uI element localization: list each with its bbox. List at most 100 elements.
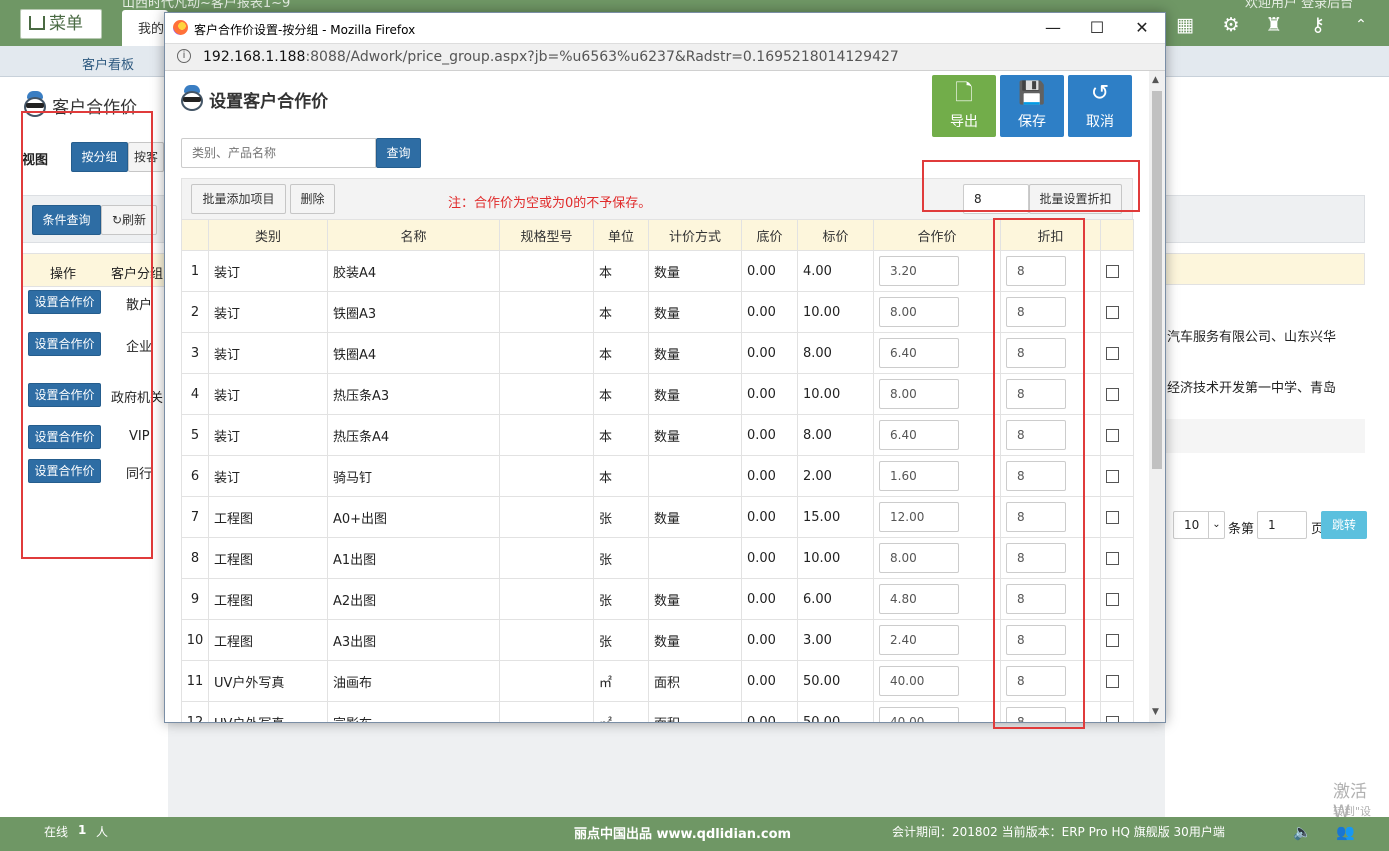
popup-scrollbar[interactable]: ▲ ▼ bbox=[1149, 71, 1165, 722]
cell-name: A3出图 bbox=[327, 619, 500, 661]
popup-window-title: 客户合作价设置-按分组 - Mozilla Firefox bbox=[194, 23, 416, 37]
cell-name: 骑马钉 bbox=[327, 455, 500, 497]
cell-unit: 本 bbox=[593, 250, 649, 292]
row-checkbox[interactable] bbox=[1106, 551, 1119, 565]
chevron-up-icon[interactable]: ⌃ bbox=[1350, 14, 1372, 36]
key-icon[interactable]: ⚷ bbox=[1307, 14, 1329, 36]
coop-price-input[interactable]: 2.40 bbox=[879, 625, 959, 655]
coop-price-input[interactable]: 40.00 bbox=[879, 666, 959, 696]
online-count: 1 bbox=[78, 823, 87, 837]
cell-base-price: 0.00 bbox=[741, 537, 798, 579]
address-bar[interactable]: i 192.168.1.188:8088/Adwork/price_group.… bbox=[165, 43, 1165, 71]
cell-category: 装订 bbox=[208, 455, 328, 497]
row-index: 2 bbox=[181, 291, 209, 333]
cell-unit: ㎡ bbox=[593, 660, 649, 702]
cell-pricing-method: 面积 bbox=[648, 701, 742, 722]
close-icon[interactable]: ✕ bbox=[1127, 17, 1157, 39]
page-size-select[interactable]: 10 ⌄ bbox=[1173, 511, 1225, 539]
coop-price-input[interactable]: 6.40 bbox=[879, 338, 959, 368]
coop-price-input[interactable]: 8.00 bbox=[879, 379, 959, 409]
cell-coop-price: 1.60 bbox=[873, 455, 1001, 497]
coop-price-input[interactable]: 1.60 bbox=[879, 461, 959, 491]
menu-button[interactable]: 菜单 bbox=[20, 9, 102, 39]
maximize-icon[interactable]: ☐ bbox=[1082, 17, 1112, 39]
row-checkbox[interactable] bbox=[1106, 674, 1119, 688]
tab-mine[interactable]: 我的 bbox=[122, 10, 168, 46]
row-checkbox[interactable] bbox=[1106, 387, 1119, 401]
coop-price-input[interactable]: 3.20 bbox=[879, 256, 959, 286]
cell-category: 工程图 bbox=[208, 619, 328, 661]
row-checkbox[interactable] bbox=[1106, 305, 1119, 319]
cell-coop-price: 6.40 bbox=[873, 414, 1001, 456]
table-row: 1 装订 胶装A4 本数量 0.00 4.00 3.20 8 bbox=[181, 250, 1134, 292]
cell-category: 装订 bbox=[208, 250, 328, 292]
table-row: 11 UV户外写真 油画布㎡面积 0.00 50.00 40.00 8 bbox=[181, 660, 1134, 702]
coop-price-input[interactable]: 6.40 bbox=[879, 420, 959, 450]
background-right-pane: 汽车服务有限公司、山东兴华 经济技术开发第一中学、青岛 10 ⌄ 条第 1 页 跳… bbox=[1165, 77, 1389, 822]
delete-button[interactable]: 删除 bbox=[290, 184, 335, 214]
cell-name: 热压条A4 bbox=[327, 414, 500, 456]
save-button[interactable]: 💾 保存 bbox=[1000, 75, 1064, 137]
customer-dashboard-link[interactable]: 客户看板 bbox=[82, 54, 134, 73]
batch-add-button[interactable]: 批量添加项目 bbox=[191, 184, 286, 214]
cell-spec bbox=[499, 414, 594, 456]
cell-name: A0+出图 bbox=[327, 496, 500, 538]
jump-button[interactable]: 跳转 bbox=[1321, 511, 1367, 539]
cell-unit: 本 bbox=[593, 455, 649, 497]
row-checkbox[interactable] bbox=[1106, 469, 1119, 483]
cell-name: 油画布 bbox=[327, 660, 500, 702]
cell-category: 装订 bbox=[208, 414, 328, 456]
cell-name: 胶装A4 bbox=[327, 250, 500, 292]
col-unit: 单位 bbox=[593, 219, 649, 251]
row-index: 7 bbox=[181, 496, 209, 538]
scroll-thumb[interactable] bbox=[1152, 91, 1162, 469]
coop-price-input[interactable]: 4.80 bbox=[879, 584, 959, 614]
cell-coop-price: 8.00 bbox=[873, 537, 1001, 579]
coop-price-input[interactable]: 12.00 bbox=[879, 502, 959, 532]
page-input[interactable]: 1 bbox=[1257, 511, 1307, 539]
cell-select bbox=[1100, 537, 1134, 579]
minimize-icon[interactable]: — bbox=[1038, 17, 1068, 39]
brand-text: 丽点中国出品 www.qdlidian.com bbox=[574, 827, 792, 842]
speaker-icon[interactable]: 🔈 bbox=[1293, 823, 1312, 841]
row-checkbox[interactable] bbox=[1106, 715, 1119, 722]
export-button[interactable]: 🗋 导出 bbox=[932, 75, 996, 137]
scroll-down-icon[interactable]: ▼ bbox=[1152, 707, 1159, 717]
url-text[interactable]: 192.168.1.188:8088/Adwork/price_group.as… bbox=[203, 49, 899, 65]
row-index: 3 bbox=[181, 332, 209, 374]
cell-name: 宣影布 bbox=[327, 701, 500, 722]
cancel-button[interactable]: ↺ 取消 bbox=[1068, 75, 1132, 137]
row-checkbox[interactable] bbox=[1106, 592, 1119, 606]
row-index: 8 bbox=[181, 537, 209, 579]
gear-icon[interactable]: ⚙ bbox=[1220, 14, 1242, 36]
info-icon[interactable]: i bbox=[177, 49, 191, 63]
row-checkbox[interactable] bbox=[1106, 510, 1119, 524]
coop-price-input[interactable]: 8.00 bbox=[879, 543, 959, 573]
coop-price-input[interactable]: 8.00 bbox=[879, 297, 959, 327]
row-checkbox[interactable] bbox=[1106, 346, 1119, 360]
cell-list-price: 4.00 bbox=[797, 250, 874, 292]
row-checkbox[interactable] bbox=[1106, 428, 1119, 442]
cell-spec bbox=[499, 455, 594, 497]
scroll-up-icon[interactable]: ▲ bbox=[1152, 75, 1159, 85]
coop-price-input[interactable]: 40.00 bbox=[879, 707, 959, 722]
status-bar: 在线 1 人 丽点中国出品 www.qdlidian.com 会计期间：2018… bbox=[0, 817, 1389, 851]
row-checkbox[interactable] bbox=[1106, 633, 1119, 647]
cell-base-price: 0.00 bbox=[741, 619, 798, 661]
search-button[interactable]: 查询 bbox=[376, 138, 421, 168]
row-checkbox[interactable] bbox=[1106, 264, 1119, 278]
search-input[interactable] bbox=[181, 138, 376, 168]
faded-user: 欢迎用户 登录后台 bbox=[1245, 0, 1354, 11]
right-table-header bbox=[1165, 253, 1365, 285]
cell-select bbox=[1100, 455, 1134, 497]
col-name: 名称 bbox=[327, 219, 500, 251]
shirt-icon[interactable]: ♜ bbox=[1263, 14, 1285, 36]
cell-unit: ㎡ bbox=[593, 701, 649, 722]
users-icon[interactable]: 👥 bbox=[1336, 823, 1355, 841]
cell-list-price: 3.00 bbox=[797, 619, 874, 661]
row-index: 6 bbox=[181, 455, 209, 497]
cell-category: 工程图 bbox=[208, 496, 328, 538]
right-toolbar bbox=[1165, 195, 1365, 243]
apps-icon[interactable]: ▦ bbox=[1174, 14, 1196, 36]
col-category: 类别 bbox=[208, 219, 328, 251]
